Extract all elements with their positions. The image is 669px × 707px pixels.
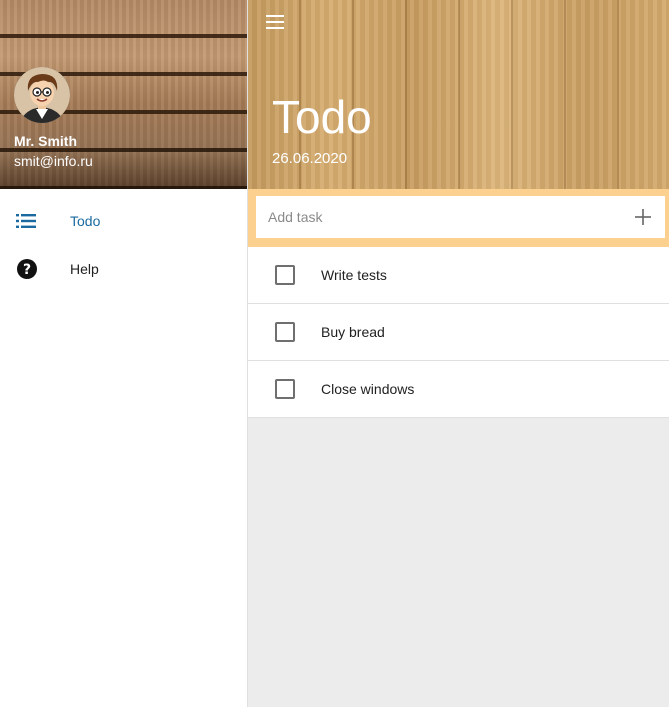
plus-icon [635, 209, 651, 225]
nav-item-label: Todo [70, 213, 101, 229]
drawer-nav: Todo ? Help [0, 189, 247, 293]
hamburger-icon [266, 15, 284, 17]
task-item: Close windows [248, 361, 669, 418]
add-task-box [256, 196, 665, 238]
task-checkbox[interactable] [275, 322, 295, 342]
user-email: smit@info.ru [14, 153, 93, 169]
add-task-input[interactable] [268, 209, 633, 225]
help-icon: ? [0, 258, 70, 280]
task-item: Buy bread [248, 304, 669, 361]
navigation-drawer: Mr. Smith smit@info.ru Todo ? Help [0, 0, 248, 707]
task-text: Write tests [321, 267, 387, 283]
main-content: Todo 26.06.2020 Write tests Buy bread Cl… [248, 0, 669, 707]
nav-item-label: Help [70, 261, 99, 277]
list-icon [0, 214, 70, 228]
task-list: Write tests Buy bread Close windows [248, 247, 669, 418]
nav-item-help[interactable]: ? Help [0, 245, 247, 293]
add-task-button[interactable] [633, 207, 653, 227]
task-text: Close windows [321, 381, 415, 397]
menu-button[interactable] [266, 12, 288, 32]
task-checkbox[interactable] [275, 265, 295, 285]
task-text: Buy bread [321, 324, 385, 340]
nav-item-todo[interactable]: Todo [0, 197, 247, 245]
page-date: 26.06.2020 [272, 150, 348, 167]
task-item: Write tests [248, 247, 669, 304]
task-checkbox[interactable] [275, 379, 295, 399]
page-title: Todo [272, 91, 372, 143]
user-name: Mr. Smith [14, 133, 78, 149]
avatar[interactable] [14, 67, 70, 123]
drawer-header: Mr. Smith smit@info.ru [0, 0, 247, 189]
svg-text:?: ? [23, 262, 31, 278]
add-task-bar [248, 189, 669, 247]
page-header: Todo 26.06.2020 [248, 0, 669, 189]
